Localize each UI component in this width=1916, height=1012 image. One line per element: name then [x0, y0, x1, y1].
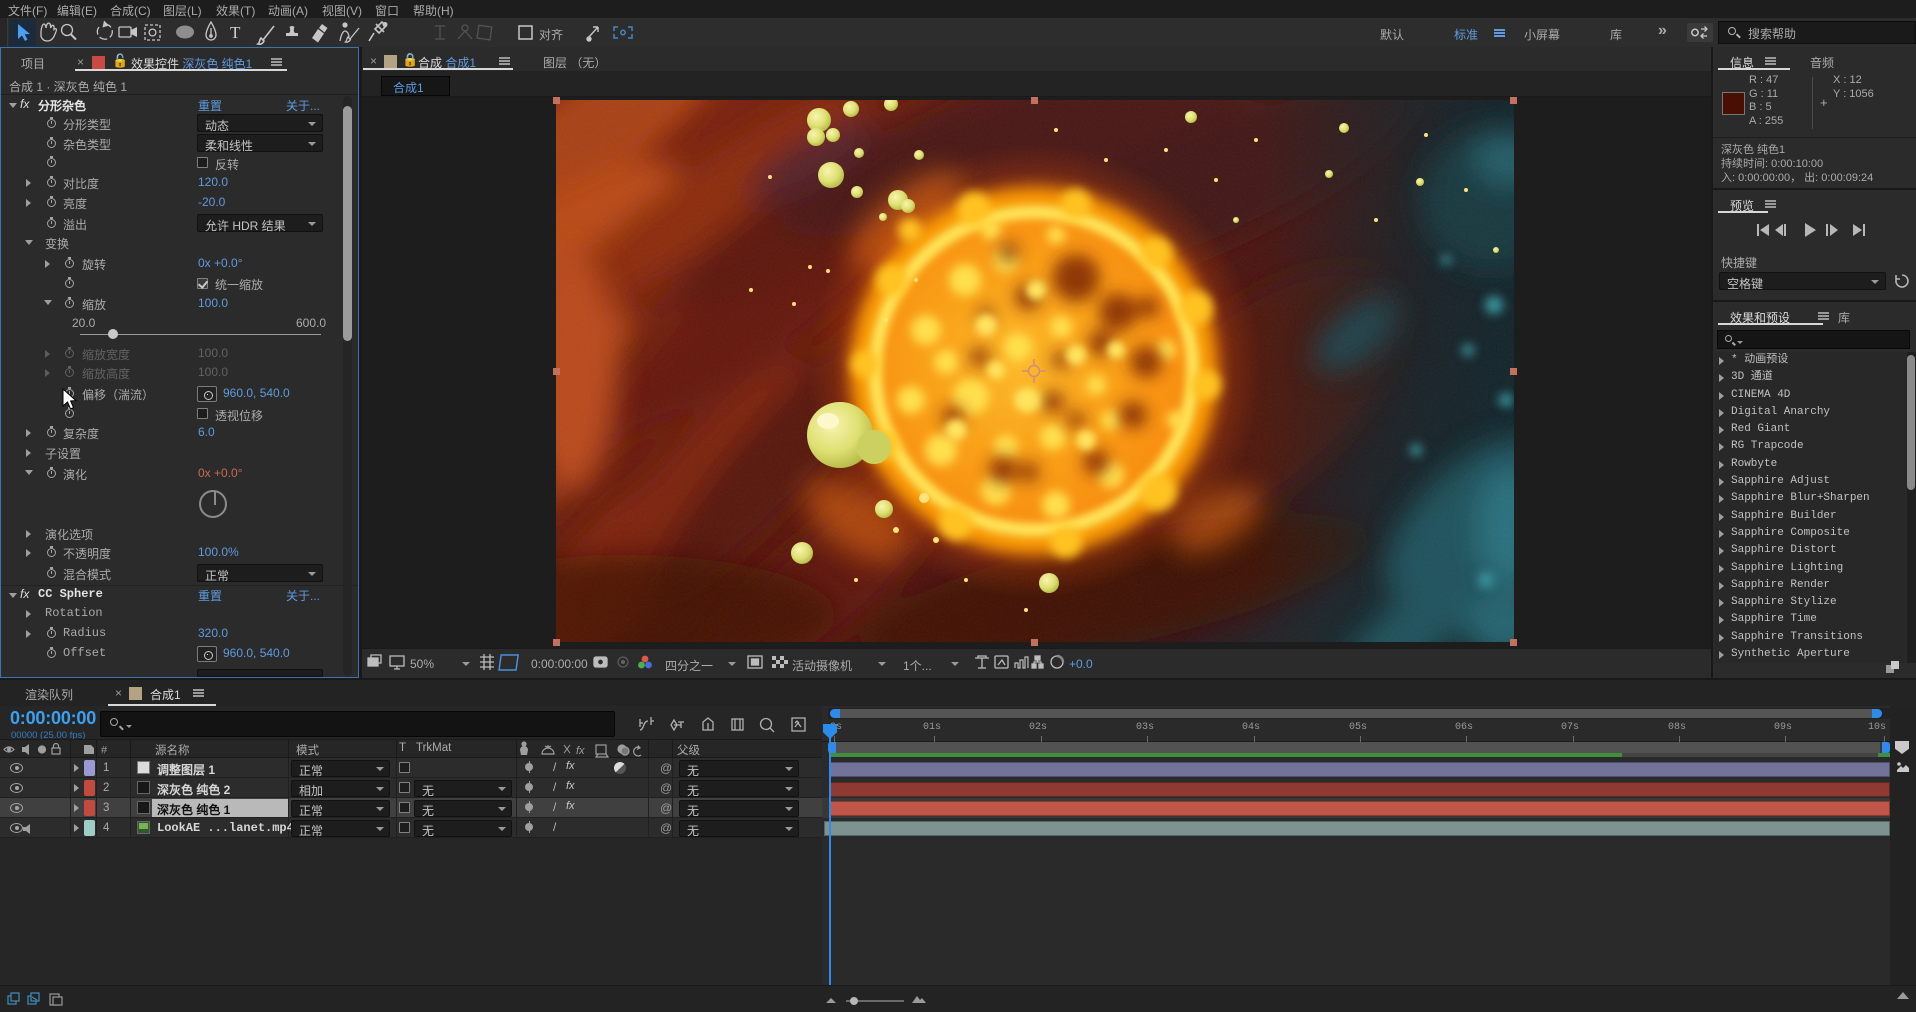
- svg-text:T: T: [230, 23, 241, 42]
- svg-text:#: #: [101, 745, 108, 757]
- svg-text:fx: fx: [576, 745, 585, 757]
